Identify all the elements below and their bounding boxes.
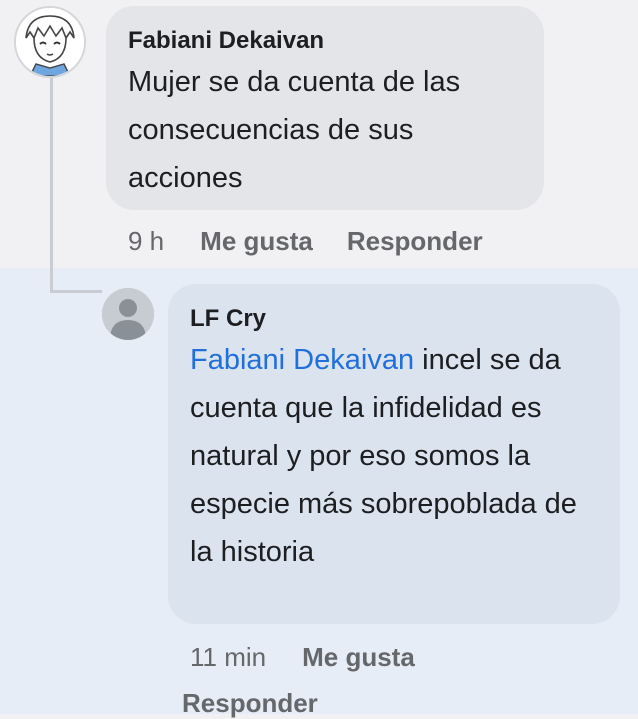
comment-text: Mujer se da cuenta de las consecuencias … xyxy=(128,66,461,194)
reply-author[interactable]: LF Cry xyxy=(190,302,598,336)
anime-profile-avatar-icon[interactable] xyxy=(14,6,86,78)
comment-bubble: Fabiani Dekaivan Mujer se da cuenta de l… xyxy=(106,6,544,210)
comment-actions: 9 h Me gusta Responder xyxy=(128,226,483,257)
reply-bubble: LF Cry Fabiani Dekaivan incel se da cuen… xyxy=(168,284,620,624)
reply-button[interactable]: Responder xyxy=(347,226,483,256)
reply-time[interactable]: 11 min xyxy=(190,642,266,672)
reply-like-button[interactable]: Me gusta xyxy=(302,642,415,672)
comment-author[interactable]: Fabiani Dekaivan xyxy=(128,24,522,58)
reply-actions: 11 min Me gusta xyxy=(190,642,449,673)
like-button[interactable]: Me gusta xyxy=(200,226,313,256)
thread-connector xyxy=(50,290,102,293)
reply-body: incel se da cuenta que la infidelidad es… xyxy=(190,344,577,568)
default-user-avatar-icon[interactable] xyxy=(102,288,154,340)
comment-time[interactable]: 9 h xyxy=(128,226,164,256)
mention-link[interactable]: Fabiani Dekaivan xyxy=(190,344,414,376)
thread-line xyxy=(50,70,53,292)
reply-reply-button[interactable]: Responder xyxy=(182,688,318,719)
reply-text: Fabiani Dekaivan incel se da cuenta que … xyxy=(190,336,602,576)
